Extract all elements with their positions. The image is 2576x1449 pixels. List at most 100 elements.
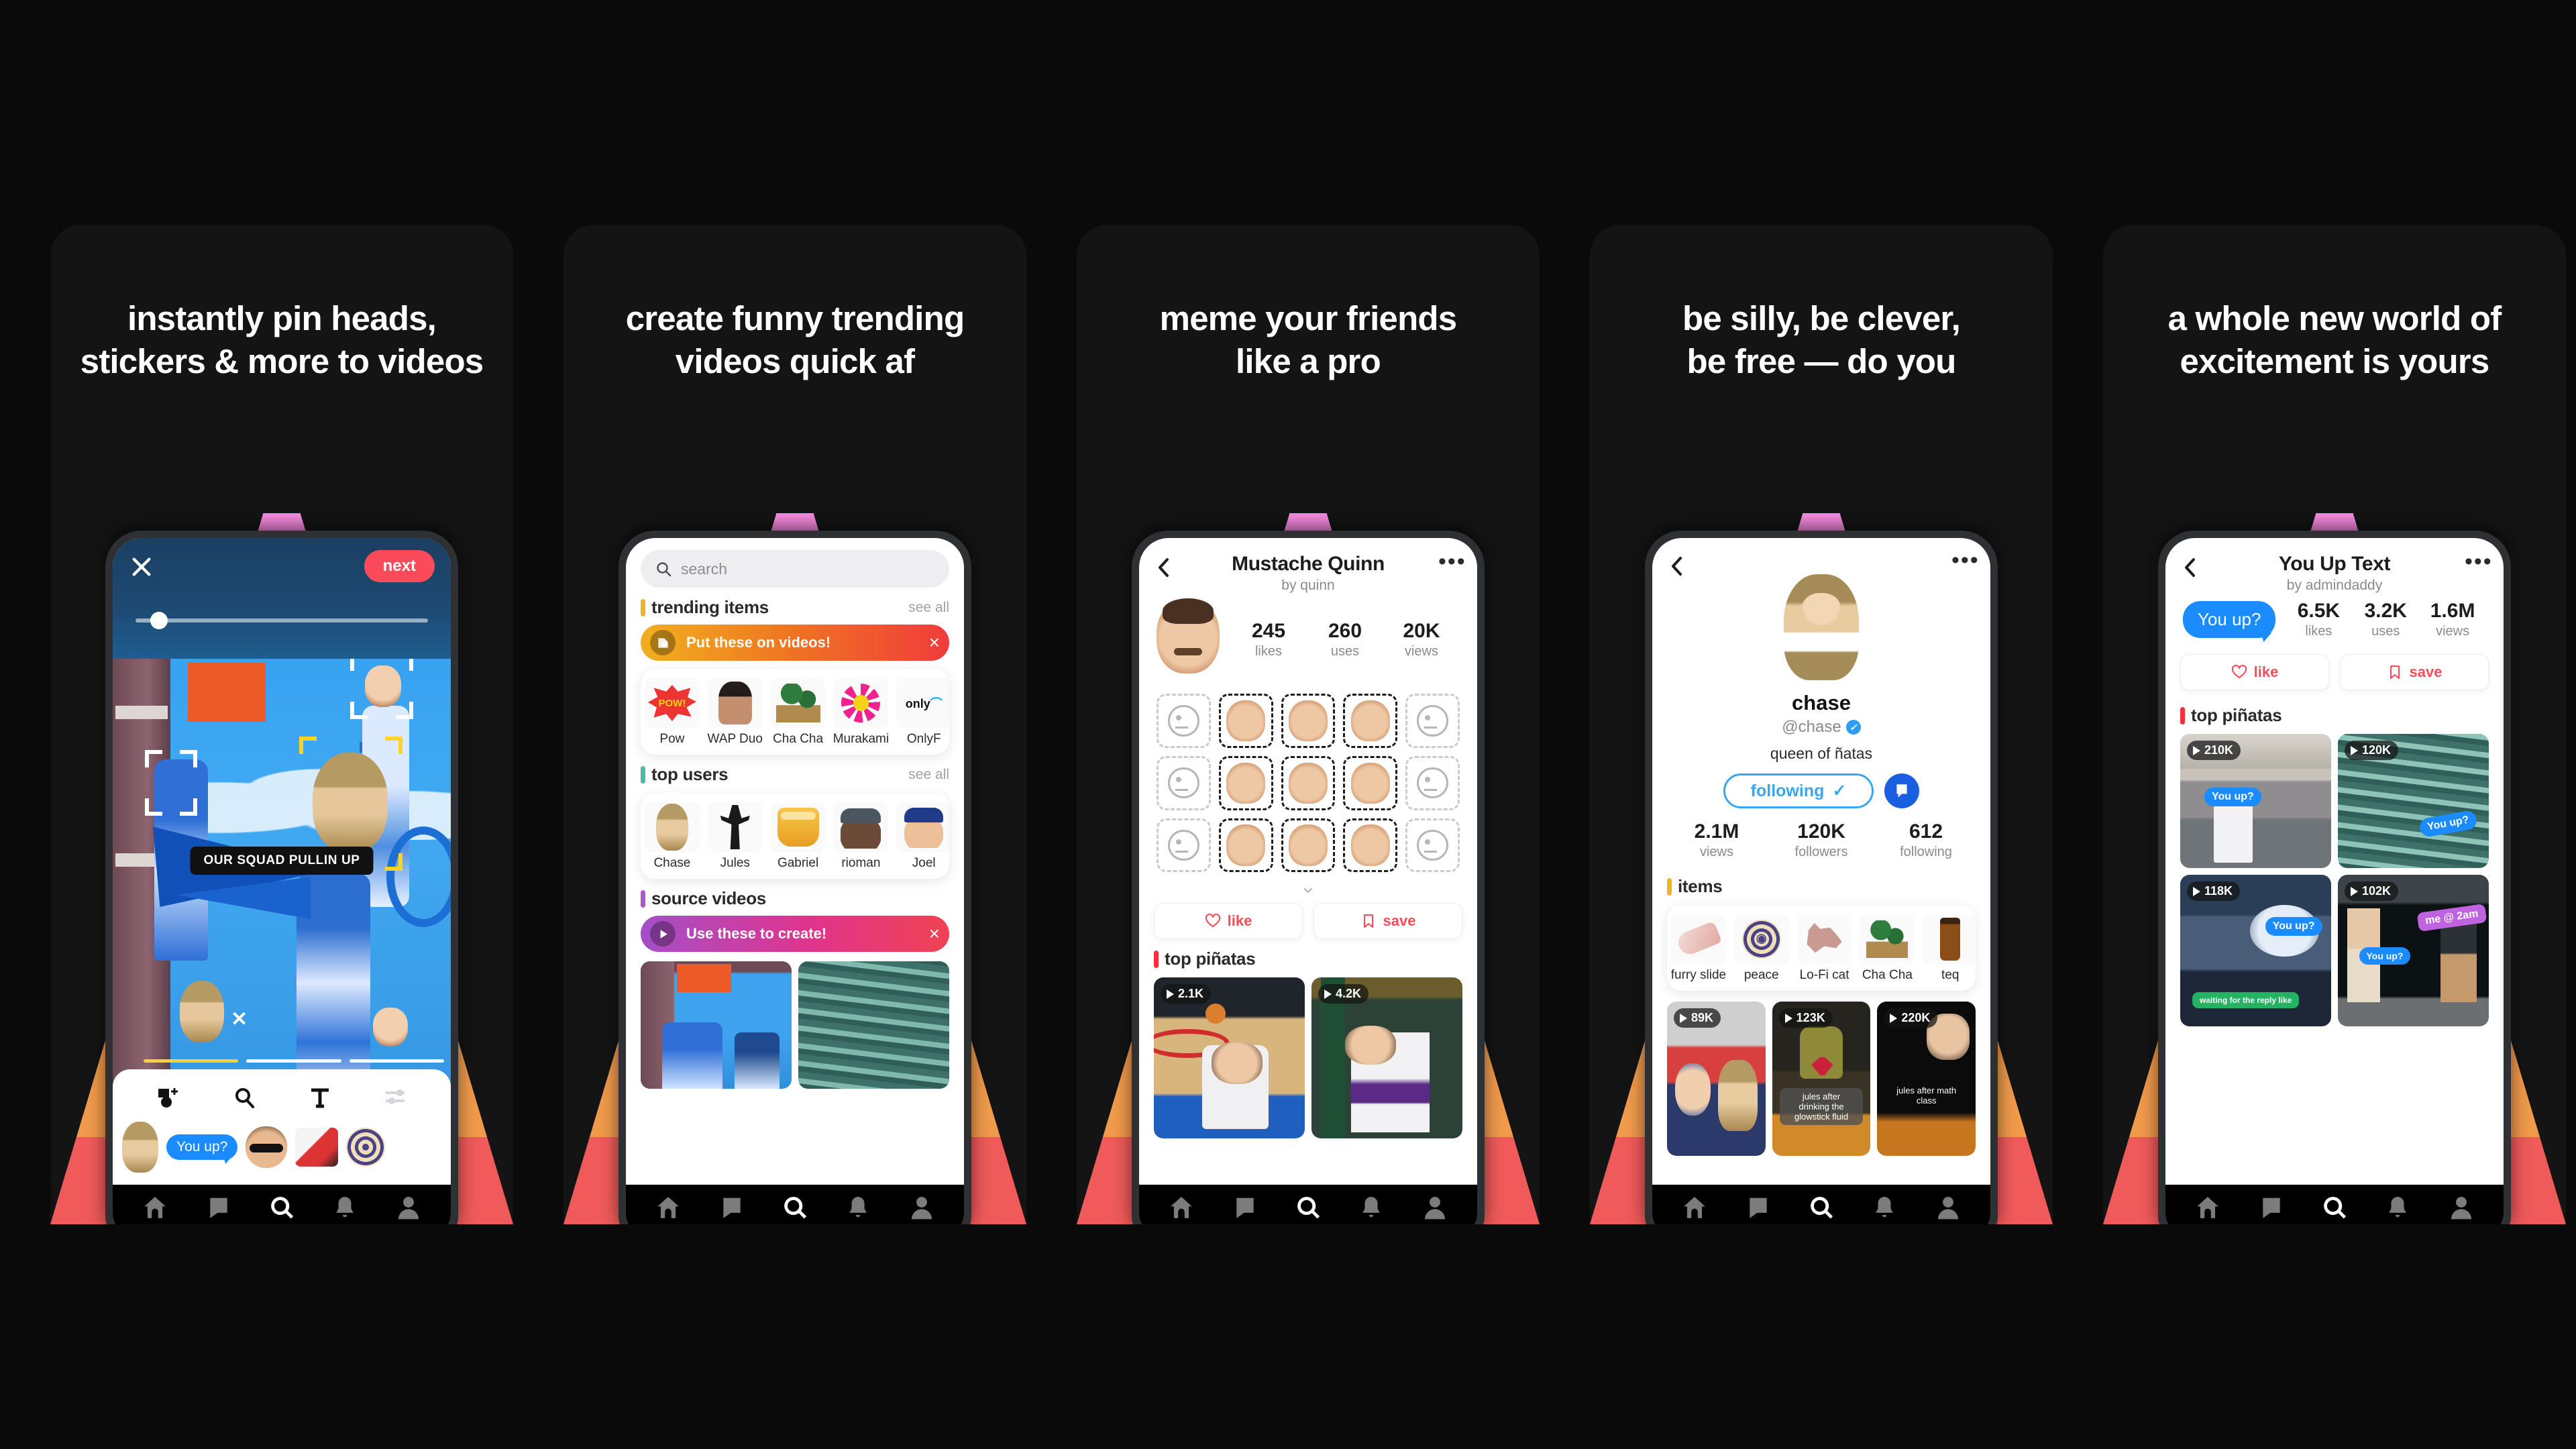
tray-item[interactable]: Murakami bbox=[829, 678, 892, 747]
top-users-tray[interactable]: Chase Jules Gabriel rioman Joel bbox=[641, 793, 949, 879]
filled-slot[interactable] bbox=[1281, 694, 1336, 748]
tray-item[interactable]: ☮ peace bbox=[1730, 914, 1793, 983]
tab-bell[interactable] bbox=[2385, 1195, 2410, 1220]
tab-chat[interactable] bbox=[1232, 1195, 1258, 1220]
tab-chat[interactable] bbox=[206, 1195, 231, 1220]
filled-slot[interactable] bbox=[1281, 755, 1336, 810]
close-icon[interactable] bbox=[130, 555, 153, 578]
pinata-video-card[interactable]: me @ 2am You up? 102K bbox=[2338, 875, 2489, 1026]
trim-slider-track[interactable] bbox=[136, 619, 428, 623]
pinata-video-card[interactable]: You up? waiting for the reply like 118K bbox=[2180, 875, 2331, 1026]
tray-item[interactable]: Chase bbox=[641, 802, 704, 871]
tab-profile[interactable] bbox=[1935, 1195, 1961, 1220]
tray-item[interactable]: rioman bbox=[829, 802, 892, 871]
profile-video-card[interactable]: jules after math class 220K bbox=[1877, 1002, 1976, 1156]
tray-item[interactable]: Lo-Fi cat bbox=[1793, 914, 1856, 983]
video-caption[interactable]: OUR SQUAD PULLIN UP bbox=[190, 847, 374, 875]
tab-search[interactable] bbox=[2322, 1195, 2347, 1220]
tray-item[interactable]: teq bbox=[1919, 914, 1976, 983]
sticker-girl-head[interactable] bbox=[122, 1122, 158, 1173]
filled-slot[interactable] bbox=[1218, 818, 1273, 873]
profile-items-tray[interactable]: furry slide ☮ peace Lo-Fi cat Cha Cha te… bbox=[1667, 905, 1976, 991]
tab-home[interactable] bbox=[655, 1195, 681, 1220]
tab-profile[interactable] bbox=[396, 1195, 421, 1220]
more-icon[interactable]: ••• bbox=[1951, 549, 1978, 572]
tab-search[interactable] bbox=[782, 1195, 808, 1220]
tab-chat[interactable] bbox=[719, 1195, 745, 1220]
add-media-icon[interactable] bbox=[130, 1086, 206, 1109]
tab-chat[interactable] bbox=[1746, 1195, 1771, 1220]
save-button[interactable]: save bbox=[1313, 903, 1462, 940]
filled-slot[interactable] bbox=[1343, 755, 1398, 810]
tray-item[interactable]: POW! Pow bbox=[641, 678, 704, 747]
tray-item[interactable]: furry slide bbox=[1667, 914, 1730, 983]
adjust-icon[interactable] bbox=[358, 1086, 433, 1109]
sticker-peace-target[interactable] bbox=[346, 1128, 386, 1167]
pinata-masonry[interactable]: You up? 210K You up? waiting for the rep… bbox=[2180, 734, 2489, 1026]
empty-slot[interactable] bbox=[1405, 755, 1460, 810]
search-input[interactable]: search bbox=[641, 550, 949, 588]
empty-slot[interactable] bbox=[1157, 694, 1211, 748]
empty-slot[interactable] bbox=[1157, 818, 1211, 873]
filled-slot[interactable] bbox=[1218, 694, 1273, 748]
sticker-sneaker[interactable] bbox=[295, 1128, 339, 1167]
sticker-strip[interactable]: You up? bbox=[113, 1115, 451, 1173]
trim-slider-handle[interactable] bbox=[150, 612, 168, 629]
next-button[interactable]: next bbox=[364, 550, 435, 582]
close-icon[interactable]: × bbox=[929, 633, 940, 652]
chevron-left-icon[interactable] bbox=[2182, 553, 2204, 582]
tab-home[interactable] bbox=[1682, 1195, 1707, 1220]
floating-head-sticker[interactable] bbox=[373, 1008, 408, 1046]
pack-slot-grid[interactable] bbox=[1139, 679, 1477, 873]
floating-head-sticker[interactable] bbox=[180, 981, 224, 1042]
source-video-card[interactable] bbox=[641, 961, 792, 1089]
more-icon[interactable]: ••• bbox=[1438, 550, 1465, 573]
filled-slot[interactable] bbox=[1218, 755, 1273, 810]
tab-search[interactable] bbox=[269, 1195, 294, 1220]
tray-item[interactable]: only⌒ OnlyF bbox=[892, 678, 949, 747]
filled-slot[interactable] bbox=[1281, 818, 1336, 873]
chevron-left-icon[interactable] bbox=[1668, 551, 1691, 580]
chevron-down-icon[interactable]: ⌄ bbox=[1139, 872, 1477, 897]
pinata-video-card[interactable]: You up? 210K bbox=[2180, 734, 2331, 868]
filled-slot[interactable] bbox=[1343, 694, 1398, 748]
tab-profile[interactable] bbox=[1422, 1195, 1448, 1220]
remove-sticker-icon[interactable]: ✕ bbox=[231, 1008, 248, 1031]
search-icon[interactable] bbox=[206, 1086, 282, 1109]
profile-video-card[interactable]: jules after drinking the glowstick fluid… bbox=[1772, 1002, 1871, 1156]
banner-put-on-videos[interactable]: Put these on videos! × bbox=[641, 625, 949, 661]
sticker-you-up[interactable]: You up? bbox=[166, 1134, 238, 1160]
following-button[interactable]: following ✓ bbox=[1723, 773, 1874, 808]
text-icon[interactable] bbox=[282, 1086, 358, 1109]
close-icon[interactable]: × bbox=[929, 924, 940, 943]
hero-bubble-sticker[interactable]: You up? bbox=[2183, 601, 2276, 638]
tab-home[interactable] bbox=[2195, 1195, 2220, 1220]
profile-video-card[interactable]: 89K bbox=[1667, 1002, 1766, 1156]
tray-item[interactable]: Cha Cha bbox=[767, 678, 830, 747]
tab-search[interactable] bbox=[1295, 1195, 1321, 1220]
tab-search[interactable] bbox=[1809, 1195, 1834, 1220]
save-button[interactable]: save bbox=[2340, 654, 2489, 690]
pinata-video-card[interactable]: You up? 120K bbox=[2338, 734, 2489, 868]
sticker-guy-sunglasses[interactable] bbox=[246, 1126, 288, 1168]
tray-item[interactable]: Gabriel bbox=[767, 802, 830, 871]
see-all-link[interactable]: see all bbox=[908, 767, 949, 783]
tray-item[interactable]: Jules bbox=[704, 802, 767, 871]
pinata-video-card[interactable]: 4.2K bbox=[1311, 977, 1462, 1139]
tab-profile[interactable] bbox=[909, 1195, 934, 1220]
tab-profile[interactable] bbox=[2449, 1195, 2474, 1220]
chevron-left-icon[interactable] bbox=[1155, 553, 1178, 582]
timeline-ticks[interactable] bbox=[144, 1059, 444, 1063]
more-icon[interactable]: ••• bbox=[2465, 550, 2491, 573]
tab-bell[interactable] bbox=[332, 1195, 358, 1220]
message-button[interactable] bbox=[1884, 773, 1920, 808]
tab-bell[interactable] bbox=[1872, 1195, 1897, 1220]
empty-slot[interactable] bbox=[1405, 694, 1460, 748]
profile-video-row[interactable]: 89K jules after drinking the glowstick f… bbox=[1667, 1002, 1976, 1156]
source-video-card[interactable] bbox=[798, 961, 949, 1089]
see-all-link[interactable]: see all bbox=[908, 600, 949, 616]
pinata-video-card[interactable]: 2.1K bbox=[1154, 977, 1305, 1139]
banner-use-to-create[interactable]: Use these to create! × bbox=[641, 916, 949, 952]
trending-items-tray[interactable]: POW! Pow WAP Duo Cha Cha Murakami only⌒ … bbox=[641, 669, 949, 755]
source-videos-row[interactable] bbox=[641, 961, 949, 1089]
